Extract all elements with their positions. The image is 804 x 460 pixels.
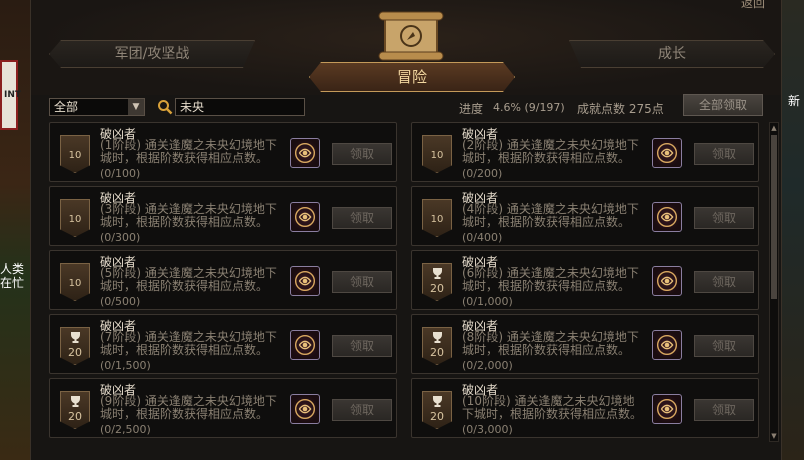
claim-button[interactable]: 领取 (332, 335, 392, 357)
reward-medal-icon[interactable] (290, 330, 320, 360)
scroll-up-icon[interactable]: ▲ (770, 123, 778, 133)
progress-value: 4.6% (9/197) (493, 101, 565, 114)
badge-points: 10 (68, 150, 82, 161)
achievement-description: (2阶段) 通关逢魔之未央幻境地下城时，根据阶数获得相应点数。 (462, 138, 639, 165)
achievement-card: 10 破凶者 (5阶段) 通关逢魔之未央幻境地下城时，根据阶数获得相应点数。 (0/5… (49, 250, 397, 310)
reward-medal-icon[interactable] (652, 394, 682, 424)
claim-all-button[interactable]: 全部领取 (683, 94, 763, 116)
tab-legion[interactable]: 军团/攻坚战 (49, 40, 255, 68)
achievement-progress: (0/1,000) (462, 295, 513, 308)
points-badge: 10 (60, 199, 90, 237)
trophy-badge: 20 (422, 263, 452, 301)
reward-medal-icon[interactable] (652, 138, 682, 168)
tab-adventure[interactable]: 冒险 (309, 62, 515, 92)
game-background-left: INT 人类 在忙 (0, 0, 30, 460)
achievement-description: (3阶段) 通关逢魔之未央幻境地下城时，根据阶数获得相应点数。 (100, 202, 277, 229)
trophy-icon (433, 396, 442, 407)
trophy-badge: 20 (60, 327, 90, 365)
claim-button[interactable]: 领取 (332, 399, 392, 421)
claim-button[interactable]: 领取 (694, 271, 754, 293)
chevron-down-icon: ▼ (128, 99, 144, 115)
claim-button[interactable]: 领取 (332, 207, 392, 229)
claim-button[interactable]: 领取 (694, 399, 754, 421)
achievement-progress: (0/400) (462, 231, 503, 244)
claim-button[interactable]: 领取 (332, 143, 392, 165)
achievement-points: 成就点数 275点 (577, 102, 664, 116)
scroll-down-icon[interactable]: ▼ (770, 431, 778, 441)
progress-label: 进度 (459, 102, 484, 116)
achievement-card: 10 破凶者 (2阶段) 通关逢魔之未央幻境地下城时，根据阶数获得相应点数。 (0/2… (411, 122, 759, 182)
achievement-progress: (0/2,000) (462, 359, 513, 372)
achievement-card: 10 破凶者 (4阶段) 通关逢魔之未央幻境地下城时，根据阶数获得相应点数。 (0/4… (411, 186, 759, 246)
achievement-card: 20 破凶者 (6阶段) 通关逢魔之未央幻境地下城时，根据阶数获得相应点数。 (0/1… (411, 250, 759, 310)
category-dropdown[interactable]: 全部 ▼ (49, 98, 145, 116)
achievement-list: 10 破凶者 (1阶段) 通关逢魔之未央幻境地下城时，根据阶数获得相应点数。 (0/1… (49, 122, 761, 442)
achievement-progress: (0/500) (100, 295, 141, 308)
npc-sign-text: INT (4, 90, 22, 100)
achievement-description: (9阶段) 通关逢魔之未央幻境地下城时，根据阶数获得相应点数。 (100, 394, 277, 421)
reward-medal-icon[interactable] (290, 138, 320, 168)
achievement-card: 20 破凶者 (8阶段) 通关逢魔之未央幻境地下城时，根据阶数获得相应点数。 (0/2… (411, 314, 759, 374)
reward-medal-icon[interactable] (290, 202, 320, 232)
achievement-progress: (0/1,500) (100, 359, 151, 372)
side-text: 新 (788, 94, 801, 108)
claim-button[interactable]: 领取 (332, 271, 392, 293)
reward-medal-icon[interactable] (652, 202, 682, 232)
npc-sign: INT (0, 60, 22, 130)
scroll-emblem-icon (378, 11, 444, 61)
reward-medal-icon[interactable] (652, 330, 682, 360)
category-selected: 全部 (54, 100, 79, 114)
badge-points: 10 (430, 150, 444, 161)
achievement-description: (1阶段) 通关逢魔之未央幻境地下城时，根据阶数获得相应点数。 (100, 138, 277, 165)
claim-button[interactable]: 领取 (694, 143, 754, 165)
achievement-progress: (0/100) (100, 167, 141, 180)
tab-growth[interactable]: 成长 (569, 40, 775, 68)
scroll-thumb[interactable] (771, 135, 777, 299)
achievement-card: 20 破凶者 (10阶段) 通关逢魔之未央幻境地下城时，根据阶数获得相应点数。 (0/… (411, 378, 759, 438)
trophy-icon (433, 332, 442, 343)
search-icon (158, 100, 173, 115)
points-badge: 10 (60, 135, 90, 173)
achievement-description: (5阶段) 通关逢魔之未央幻境地下城时，根据阶数获得相应点数。 (100, 266, 277, 293)
badge-points: 10 (68, 278, 82, 289)
badge-points: 10 (430, 214, 444, 225)
achievement-card: 20 破凶者 (9阶段) 通关逢魔之未央幻境地下城时，根据阶数获得相应点数。 (0/2… (49, 378, 397, 438)
achievement-description: (6阶段) 通关逢魔之未央幻境地下城时，根据阶数获得相应点数。 (462, 266, 639, 293)
points-badge: 10 (422, 135, 452, 173)
achievement-progress: (0/2,500) (100, 423, 151, 436)
npc-caption: 人类 在忙 (0, 262, 25, 290)
points-badge: 10 (422, 199, 452, 237)
achievement-progress: (0/3,000) (462, 423, 513, 436)
trophy-icon (71, 396, 80, 407)
achievement-description: (8阶段) 通关逢魔之未央幻境地下城时，根据阶数获得相应点数。 (462, 330, 639, 357)
trophy-icon (71, 332, 80, 343)
claim-button[interactable]: 领取 (694, 335, 754, 357)
trophy-badge: 20 (422, 391, 452, 429)
close-button[interactable]: 返回 (741, 0, 765, 11)
achievement-description: (7阶段) 通关逢魔之未央幻境地下城时，根据阶数获得相应点数。 (100, 330, 277, 357)
points-badge: 10 (60, 263, 90, 301)
achievement-progress: (0/300) (100, 231, 141, 244)
achievement-progress: (0/200) (462, 167, 503, 180)
trophy-icon (433, 268, 442, 279)
achievement-card: 20 破凶者 (7阶段) 通关逢魔之未央幻境地下城时，根据阶数获得相应点数。 (0/1… (49, 314, 397, 374)
trophy-badge: 20 (60, 391, 90, 429)
reward-medal-icon[interactable] (290, 266, 320, 296)
achievement-description: (4阶段) 通关逢魔之未央幻境地下城时，根据阶数获得相应点数。 (462, 202, 639, 229)
reward-medal-icon[interactable] (652, 266, 682, 296)
reward-medal-icon[interactable] (290, 394, 320, 424)
scrollbar[interactable]: ▲ ▼ (769, 122, 779, 442)
search-input[interactable]: 未央 (175, 98, 305, 116)
claim-button[interactable]: 领取 (694, 207, 754, 229)
badge-points: 10 (68, 214, 82, 225)
achievement-window: 返回 军团/攻坚战 成长 冒险 全部 ▼ 未央 进度 4.6% (9/197) … (30, 0, 782, 460)
achievement-description: (10阶段) 通关逢魔之未央幻境地下城时，根据阶数获得相应点数。 (462, 394, 643, 421)
trophy-badge: 20 (422, 327, 452, 365)
achievement-card: 10 破凶者 (3阶段) 通关逢魔之未央幻境地下城时，根据阶数获得相应点数。 (0/3… (49, 186, 397, 246)
achievement-card: 10 破凶者 (1阶段) 通关逢魔之未央幻境地下城时，根据阶数获得相应点数。 (0/1… (49, 122, 397, 182)
